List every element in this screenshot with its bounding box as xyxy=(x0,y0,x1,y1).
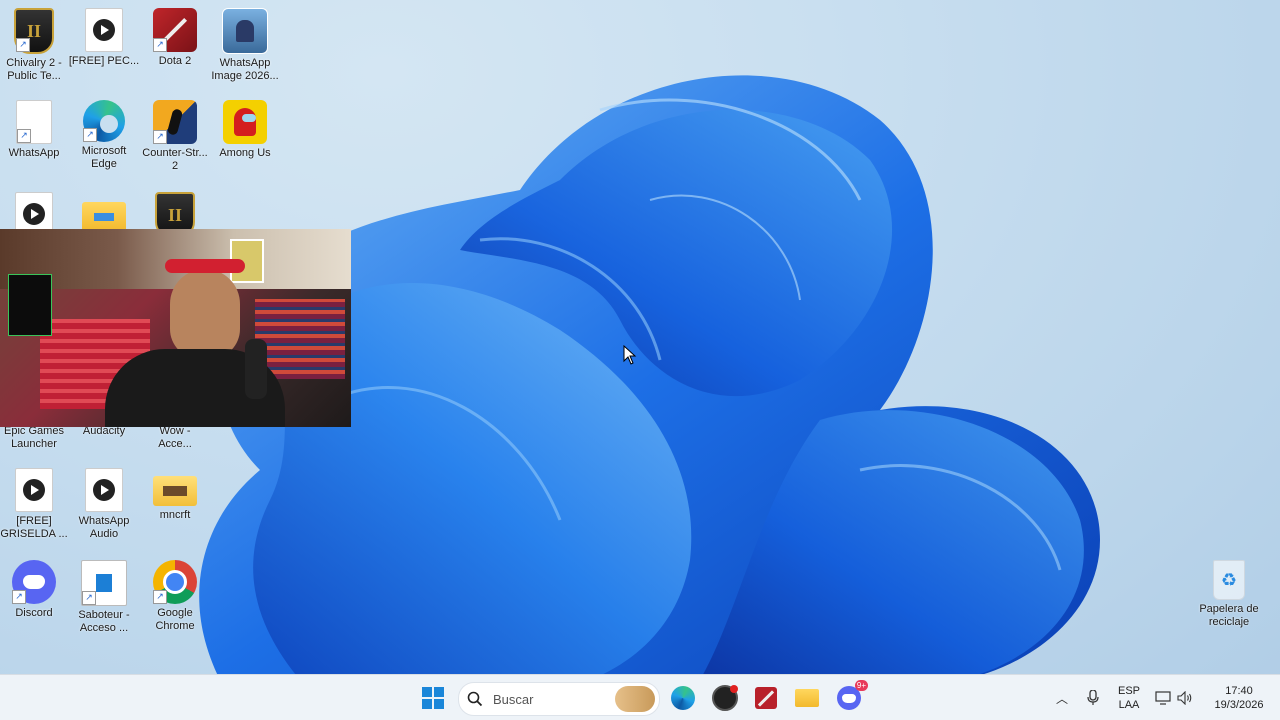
counter-strike-icon: ↗ xyxy=(153,100,197,144)
taskbar-discord[interactable]: 9+ xyxy=(834,680,868,713)
among-us-icon xyxy=(223,100,267,144)
speaker-icon xyxy=(1177,691,1192,705)
recycle-bin-icon: ♻ xyxy=(1213,560,1245,600)
mouse-cursor-icon xyxy=(623,345,637,365)
media-file-icon xyxy=(85,468,123,512)
taskbar-dota[interactable] xyxy=(751,683,781,713)
edge-icon: ↗ xyxy=(83,100,125,142)
desktop-icon-label: Epic Games Launcher xyxy=(4,425,64,450)
taskbar-obs[interactable] xyxy=(710,683,740,713)
clock-date: 19/3/2026 xyxy=(1214,699,1264,711)
dota-icon xyxy=(755,687,777,709)
media-file-icon xyxy=(85,8,123,52)
desktop-icon-recycle-bin[interactable]: ♻ Papelera de reciclaje xyxy=(1192,556,1266,640)
desktop-icon-free-pec[interactable]: [FREE] PEC... xyxy=(68,4,140,88)
dota-icon: ↗ xyxy=(153,8,197,52)
language-label: ESP xyxy=(1117,685,1140,697)
chivalry-shield-icon: II ↗ xyxy=(14,8,54,54)
desktop-icon-label: WhatsApp Audio xyxy=(78,515,130,540)
clock-time: 17:40 xyxy=(1225,685,1253,697)
search-highlight-icon xyxy=(615,686,655,712)
desktop-icon-label: Chivalry 2 - Public Te... xyxy=(6,57,62,82)
desktop-icon-label: Discord xyxy=(15,607,53,619)
image-thumbnail-icon xyxy=(222,8,268,54)
windows-logo-icon xyxy=(422,687,444,709)
input-language-button[interactable]: ESP LAA xyxy=(1112,684,1146,712)
layout-label: LAA xyxy=(1118,699,1140,711)
desktop-icon-chivalry-2[interactable]: II ↗ Chivalry 2 - Public Te... xyxy=(0,4,70,88)
blank-file-icon: ↗ xyxy=(16,100,52,144)
desktop-icon-whatsapp[interactable]: ↗ WhatsApp xyxy=(0,96,70,180)
desktop-icon-label: Saboteur - Acceso ... xyxy=(78,609,130,634)
chevron-up-icon: ︿ xyxy=(1055,691,1068,706)
taskbar-search-box[interactable]: Buscar xyxy=(458,682,660,716)
desktop-icon-dota-2[interactable]: ↗ Dota 2 xyxy=(139,4,211,88)
recording-dot-icon xyxy=(730,685,738,693)
webcam-overlay xyxy=(0,229,351,427)
desktop-icon-label: mncrft xyxy=(159,509,191,521)
webcam-person-head xyxy=(170,269,240,359)
desktop-icon-discord[interactable]: ↗ Discord xyxy=(0,556,70,640)
desktop-icon-label: Wow - Acce... xyxy=(158,425,192,450)
folder-icon xyxy=(153,476,197,506)
clock-button[interactable]: 17:40 19/3/2026 xyxy=(1206,684,1272,712)
desktop-icon-label: Dota 2 xyxy=(158,55,192,67)
desktop-icon-label: WhatsApp Image 2026... xyxy=(211,57,279,82)
webcam-microphone xyxy=(245,339,267,399)
notification-badge: 9+ xyxy=(854,680,868,691)
desktop-icon-saboteur[interactable]: ↗ Saboteur - Acceso ... xyxy=(68,556,140,640)
desktop-icon-mncrft[interactable]: mncrft xyxy=(139,464,211,548)
desktop-icon-google-chrome[interactable]: ↗ Google Chrome xyxy=(139,556,211,640)
folder-icon xyxy=(795,689,819,707)
desktop-icon-label: Papelera de reciclaje xyxy=(1199,603,1259,628)
taskbar-edge[interactable] xyxy=(668,683,698,713)
desktop-icon-whatsapp-image[interactable]: WhatsApp Image 2026... xyxy=(209,4,281,88)
volume-tray[interactable] xyxy=(1172,683,1198,713)
chrome-icon: ↗ xyxy=(153,560,197,604)
taskbar-file-explorer[interactable] xyxy=(792,683,822,713)
search-placeholder: Buscar xyxy=(493,691,534,707)
desktop-icon-label: [FREE] GRISELDA ... xyxy=(0,515,68,540)
taskbar: Buscar 9+ ︿ ESP LAA 17:40 19/3/2026 xyxy=(0,674,1280,720)
desktop-icon-label: WhatsApp xyxy=(8,147,60,159)
webcam-sign xyxy=(8,274,52,336)
webcam-sunglasses xyxy=(165,259,245,273)
desktop-icon-label: Counter-Str... 2 xyxy=(142,147,208,172)
show-hidden-icons-button[interactable]: ︿ xyxy=(1050,683,1074,713)
desktop-icon-whatsapp-audio[interactable]: WhatsApp Audio xyxy=(68,464,140,548)
search-icon xyxy=(467,691,483,707)
microphone-icon xyxy=(1087,690,1099,705)
network-icon xyxy=(1155,691,1171,705)
saboteur-icon: ↗ xyxy=(81,560,127,606)
desktop-icon-among-us[interactable]: Among Us xyxy=(209,96,281,180)
desktop-icon-microsoft-edge[interactable]: ↗ Microsoft Edge xyxy=(68,96,140,180)
edge-icon xyxy=(671,686,695,710)
desktop-icon-free-griselda[interactable]: [FREE] GRISELDA ... xyxy=(0,464,70,548)
desktop-icon-label: [FREE] PEC... xyxy=(68,55,140,67)
microphone-tray[interactable] xyxy=(1080,683,1106,713)
desktop-icon-label: Google Chrome xyxy=(155,607,195,632)
desktop-icon-label: Microsoft Edge xyxy=(81,145,127,170)
desktop-icon-label: Among Us xyxy=(219,147,271,159)
media-file-icon xyxy=(15,468,53,512)
discord-icon: ↗ xyxy=(12,560,56,604)
start-button[interactable] xyxy=(418,683,448,713)
desktop-icon-counter-strike-2[interactable]: ↗ Counter-Str... 2 xyxy=(139,96,211,180)
folder-icon xyxy=(82,202,126,232)
